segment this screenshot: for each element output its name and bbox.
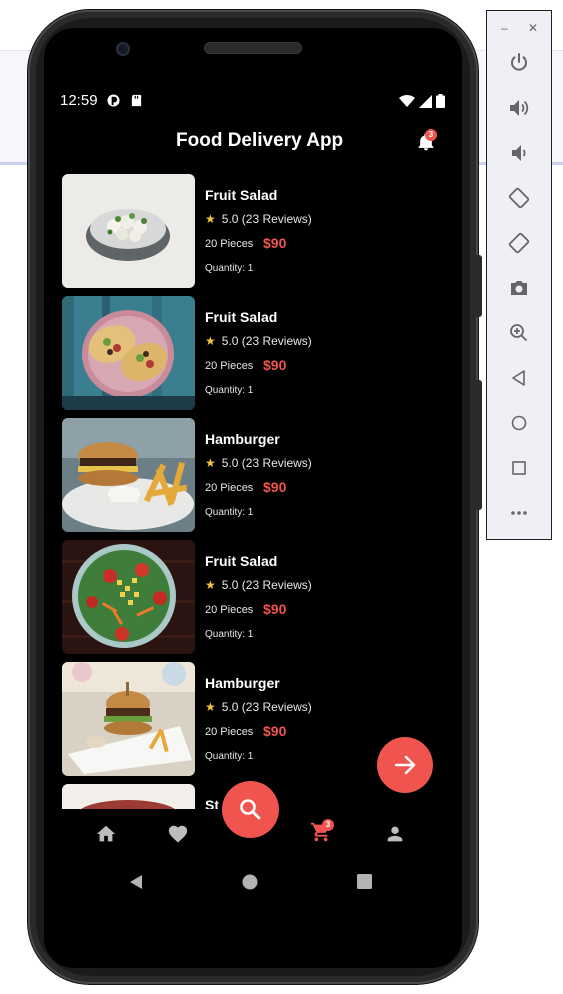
status-bar: 12:59 <box>60 92 445 112</box>
overview-icon[interactable] <box>357 874 372 889</box>
item-pieces: 20 Pieces <box>205 726 254 738</box>
rating-text: 5.0 (23 Reviews) <box>221 212 312 226</box>
star-icon: ★ <box>205 578 216 592</box>
rotate-right-icon[interactable] <box>507 231 531 255</box>
zoom-in-icon[interactable] <box>507 321 531 345</box>
status-time: 12:59 <box>60 92 98 109</box>
item-price: $90 <box>263 357 287 373</box>
back-icon[interactable] <box>128 874 144 890</box>
item-name: Hamburger <box>205 675 280 691</box>
camera-icon[interactable] <box>507 276 531 300</box>
item-price: $90 <box>263 723 287 739</box>
item-pieces: 20 Pieces <box>205 360 254 372</box>
cart-badge: 3 <box>322 819 334 831</box>
food-image <box>62 418 195 532</box>
more-icon[interactable] <box>507 501 531 525</box>
star-icon: ★ <box>205 212 216 226</box>
next-button[interactable] <box>377 737 433 793</box>
star-icon: ★ <box>205 700 216 714</box>
item-quantity: Quantity: 1 <box>205 751 254 762</box>
item-quantity: Quantity: 1 <box>205 507 254 518</box>
person-icon[interactable] <box>384 823 406 845</box>
home-circle-icon[interactable] <box>242 874 258 890</box>
star-icon: ★ <box>205 456 216 470</box>
signal-icon <box>419 94 432 108</box>
item-name: Fruit Salad <box>205 553 278 569</box>
food-image <box>62 174 195 288</box>
app-notification-icon <box>107 94 120 107</box>
rating-text: 5.0 (23 Reviews) <box>221 334 312 348</box>
item-price: $90 <box>263 235 287 251</box>
search-icon <box>240 799 261 820</box>
home-icon[interactable] <box>95 823 117 845</box>
food-image <box>62 540 195 654</box>
item-pieces: 20 Pieces <box>205 238 254 250</box>
food-image <box>62 784 195 809</box>
rating-text: 5.0 (23 Reviews) <box>221 578 312 592</box>
item-pieces: 20 Pieces <box>205 482 254 494</box>
home-circle-icon[interactable] <box>507 411 531 435</box>
item-rating: ★ 5.0 (23 Reviews) <box>205 212 312 226</box>
close-icon[interactable]: ✕ <box>528 21 538 35</box>
cart-button[interactable]: 3 <box>310 819 334 845</box>
earpiece-speaker <box>204 42 302 54</box>
volume-down-icon[interactable] <box>507 141 531 165</box>
minimize-icon[interactable]: – <box>501 21 508 35</box>
list-item[interactable]: Fruit Salad ★ 5.0 (23 Reviews) 20 Pieces … <box>62 296 442 410</box>
system-navigation-bar <box>44 862 462 902</box>
item-quantity: Quantity: 1 <box>205 263 254 274</box>
item-name: Hamburger <box>205 431 280 447</box>
overview-icon[interactable] <box>507 456 531 480</box>
battery-icon <box>436 94 445 108</box>
wifi-icon <box>399 94 415 107</box>
item-rating: ★ 5.0 (23 Reviews) <box>205 456 312 470</box>
item-quantity: Quantity: 1 <box>205 629 254 640</box>
item-price: $90 <box>263 479 287 495</box>
item-rating: ★ 5.0 (23 Reviews) <box>205 578 312 592</box>
star-icon: ★ <box>205 334 216 348</box>
status-right-icons <box>399 94 445 108</box>
page-title: Food Delivery App <box>176 130 344 151</box>
notifications-button[interactable]: 3 <box>416 129 437 152</box>
product-list[interactable]: Fruit Salad ★ 5.0 (23 Reviews) 20 Pieces … <box>62 174 442 809</box>
list-item[interactable]: Hamburger ★ 5.0 (23 Reviews) 20 Pieces $9… <box>62 418 442 532</box>
power-icon[interactable] <box>507 51 531 75</box>
item-rating: ★ 5.0 (23 Reviews) <box>205 334 312 348</box>
search-button[interactable] <box>222 781 279 838</box>
item-quantity: Quantity: 1 <box>205 385 254 396</box>
heart-icon[interactable] <box>167 823 189 845</box>
list-item[interactable]: Fruit Salad ★ 5.0 (23 Reviews) 20 Pieces … <box>62 540 442 654</box>
list-item[interactable]: Fruit Salad ★ 5.0 (23 Reviews) 20 Pieces … <box>62 174 442 288</box>
volume-side-button <box>476 380 482 510</box>
item-pieces: 20 Pieces <box>205 604 254 616</box>
rotate-left-icon[interactable] <box>507 186 531 210</box>
back-icon[interactable] <box>507 366 531 390</box>
item-name: Fruit Salad <box>205 309 278 325</box>
item-rating: ★ 5.0 (23 Reviews) <box>205 700 312 714</box>
notification-badge: 3 <box>425 129 437 141</box>
volume-up-icon[interactable] <box>507 96 531 120</box>
food-image <box>62 296 195 410</box>
rating-text: 5.0 (23 Reviews) <box>221 456 312 470</box>
arrow-right-icon <box>394 755 416 775</box>
power-side-button <box>476 255 482 317</box>
food-image <box>62 662 195 776</box>
rating-text: 5.0 (23 Reviews) <box>221 700 312 714</box>
item-price: $90 <box>263 601 287 617</box>
emulator-toolbar: – ✕ <box>486 10 552 540</box>
front-camera <box>116 42 130 56</box>
item-name: Fruit Salad <box>205 187 278 203</box>
sd-card-icon <box>131 94 142 107</box>
